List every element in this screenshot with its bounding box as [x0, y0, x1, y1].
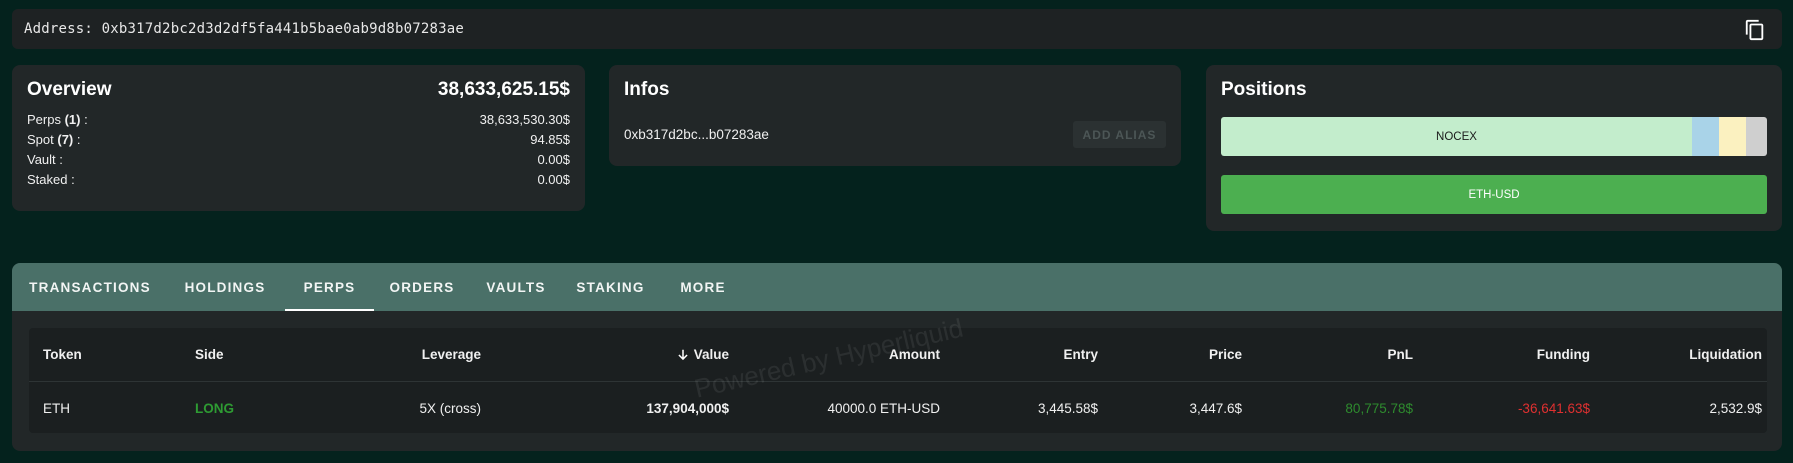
- overview-card: Overview 38,633,625.15$ Perps (1) : 38,6…: [12, 65, 585, 211]
- cell-pnl: 80,775.78$: [1345, 400, 1413, 416]
- tab-perps[interactable]: PERPS: [285, 263, 374, 311]
- tab-transactions[interactable]: TRANSACTIONS: [15, 263, 165, 311]
- cell-price: 3,447.6$: [1189, 400, 1242, 416]
- tab-more[interactable]: MORE: [659, 263, 747, 311]
- address-text: Address: 0xb317d2bc2d3d2df5fa441b5bae0ab…: [24, 21, 465, 37]
- cell-liquidation: 2,532.9$: [1709, 400, 1762, 416]
- tab-vaults[interactable]: VAULTS: [470, 263, 562, 311]
- column-header-token[interactable]: Token: [43, 328, 82, 381]
- positions-title: Positions: [1221, 79, 1307, 100]
- column-header-liquidation[interactable]: Liquidation: [1689, 328, 1762, 381]
- overview-row-perps: Perps (1) : 38,633,530.30$: [27, 110, 570, 130]
- position-segment[interactable]: [1719, 117, 1746, 156]
- overview-title: Overview: [27, 79, 112, 100]
- column-header-leverage[interactable]: Leverage: [422, 328, 481, 381]
- position-bar-eth-usd[interactable]: ETH-USD: [1221, 175, 1767, 214]
- position-segment[interactable]: [1692, 117, 1719, 156]
- table-header-row: Token Side Leverage Value Amount Entry P…: [29, 328, 1767, 382]
- copy-icon[interactable]: [1744, 19, 1766, 41]
- overview-value: 38,633,530.30$: [479, 112, 570, 127]
- column-header-side[interactable]: Side: [195, 328, 224, 381]
- overview-row-vault: Vault : 0.00$: [27, 150, 570, 170]
- infos-card: Infos 0xb317d2bc...b07283ae ADD ALIAS: [609, 65, 1181, 166]
- column-header-value[interactable]: Value: [676, 328, 729, 381]
- overview-value: 0.00$: [537, 152, 570, 167]
- positions-breakdown-bar: NOCEX: [1221, 117, 1767, 156]
- column-header-pnl[interactable]: PnL: [1388, 328, 1414, 381]
- arrow-down-icon: [678, 349, 688, 360]
- position-segment[interactable]: [1746, 117, 1767, 156]
- cell-entry: 3,445.58$: [1037, 400, 1098, 416]
- cell-value: 137,904,000$: [646, 400, 729, 416]
- column-header-price[interactable]: Price: [1209, 328, 1242, 381]
- position-segment-nocex[interactable]: NOCEX: [1221, 117, 1692, 156]
- column-header-entry[interactable]: Entry: [1063, 328, 1098, 381]
- tab-orders[interactable]: ORDERS: [374, 263, 470, 311]
- short-address: 0xb317d2bc...b07283ae: [624, 127, 769, 142]
- main-panel: TRANSACTIONS HOLDINGS PERPS ORDERS VAULT…: [12, 263, 1782, 451]
- address-bar: Address: 0xb317d2bc2d3d2df5fa441b5bae0ab…: [12, 9, 1782, 49]
- column-header-funding[interactable]: Funding: [1537, 328, 1590, 381]
- cell-leverage: 5X (cross): [419, 400, 481, 416]
- cell-amount: 40000.0 ETH-USD: [827, 400, 940, 416]
- overview-total: 38,633,625.15$: [437, 79, 570, 100]
- overview-row-spot: Spot (7) : 94.85$: [27, 130, 570, 150]
- infos-title: Infos: [624, 79, 670, 100]
- table-row[interactable]: ETH LONG 5X (cross) 137,904,000$ 40000.0…: [29, 382, 1767, 434]
- overview-row-staked: Staked : 0.00$: [27, 170, 570, 190]
- positions-card: Positions NOCEX ETH-USD: [1206, 65, 1782, 231]
- cell-funding: -36,641.63$: [1517, 400, 1590, 416]
- add-alias-button[interactable]: ADD ALIAS: [1073, 121, 1166, 148]
- tab-holdings[interactable]: HOLDINGS: [165, 263, 285, 311]
- perps-table: Token Side Leverage Value Amount Entry P…: [29, 328, 1767, 433]
- tab-staking[interactable]: STAKING: [562, 263, 659, 311]
- tab-bar: TRANSACTIONS HOLDINGS PERPS ORDERS VAULT…: [12, 263, 1782, 311]
- cell-token: ETH: [43, 400, 70, 416]
- column-header-amount[interactable]: Amount: [889, 328, 940, 381]
- overview-value: 0.00$: [537, 172, 570, 187]
- cell-side: LONG: [195, 400, 234, 416]
- overview-value: 94.85$: [530, 132, 570, 147]
